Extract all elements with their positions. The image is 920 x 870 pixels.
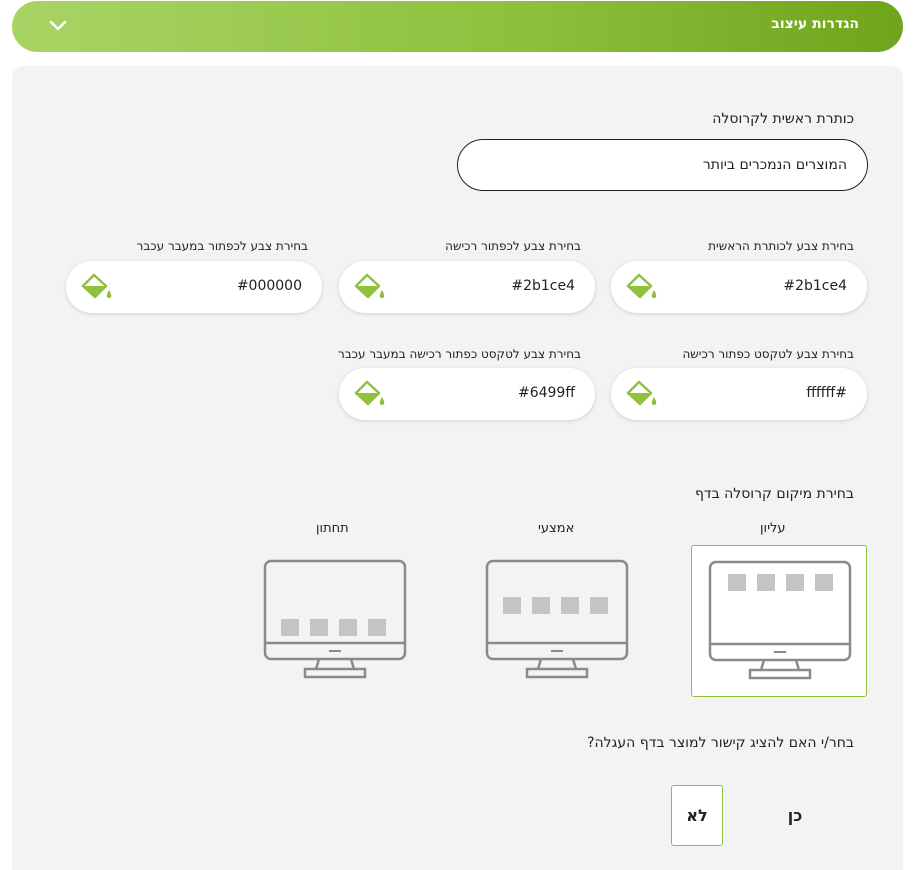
monitor-top-icon [708, 560, 852, 680]
header-title: הגדרות עיצוב [771, 16, 859, 32]
position-option-middle[interactable] [469, 545, 645, 697]
position-label: בחירת מיקום קרוסלה בדף [694, 486, 854, 502]
cart-link-yes-button[interactable]: כן [769, 785, 821, 846]
color-picker-button-text[interactable]: ffffff# [611, 368, 867, 420]
color-picker-main-title[interactable]: #2b1ce4 [611, 261, 867, 313]
position-middle-label: אמצעי [538, 521, 575, 536]
paint-bucket-icon [626, 273, 657, 299]
paint-bucket-icon [354, 273, 385, 299]
color-value: #2b1ce4 [511, 278, 575, 294]
color-value: #6499ff [517, 385, 575, 401]
color-picker-button-hover[interactable]: #000000 [66, 261, 322, 313]
color-value: ffffff# [806, 385, 847, 401]
chevron-down-icon[interactable] [48, 17, 68, 35]
color-label-button-text-hover: בחירת צבע לטקסט כפתור רכישה במעבר עכבר [337, 347, 581, 361]
carousel-title-label: כותרת ראשית לקרוסלה [712, 111, 854, 127]
color-label-button-text: בחירת צבע לטקסט כפתור רכישה [682, 347, 854, 361]
color-value: #000000 [236, 278, 302, 294]
position-option-bottom[interactable] [247, 545, 423, 697]
paint-bucket-icon [626, 380, 657, 406]
color-label-buy-button: בחירת צבע לכפתור רכישה [445, 239, 581, 253]
color-picker-button-text-hover[interactable]: #6499ff [339, 368, 595, 420]
monitor-middle-icon [485, 559, 629, 679]
paint-bucket-icon [81, 273, 112, 299]
cart-link-no-button[interactable]: לא [671, 785, 723, 846]
carousel-title-input[interactable] [457, 139, 868, 191]
color-label-button-hover: בחירת צבע לכפתור במעבר עכבר [136, 239, 308, 253]
position-option-top[interactable] [691, 545, 867, 697]
position-bottom-label: תחתון [316, 521, 349, 536]
settings-header[interactable]: הגדרות עיצוב [12, 1, 903, 52]
color-value: #2b1ce4 [783, 278, 847, 294]
position-top-label: עליון [760, 521, 786, 536]
paint-bucket-icon [354, 380, 385, 406]
cart-link-question: בחר/י האם להציג קישור למוצר בדף העגלה? [587, 735, 854, 751]
monitor-bottom-icon [263, 559, 407, 679]
color-picker-buy-button[interactable]: #2b1ce4 [339, 261, 595, 313]
color-label-main-title: בחירת צבע לכותרת הראשית [708, 239, 854, 253]
